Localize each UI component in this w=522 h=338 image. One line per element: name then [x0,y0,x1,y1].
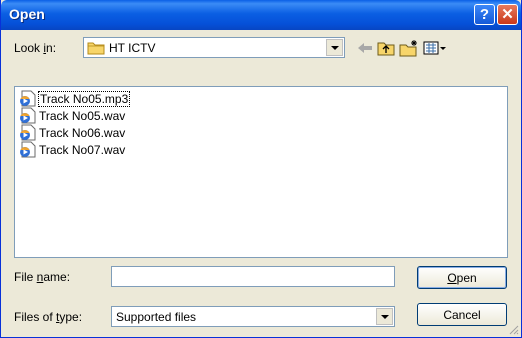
file-name-label-suffix: ame: [43,270,71,284]
file-item[interactable]: Track No05.mp3 [18,90,131,107]
open-button-label: pen [456,270,477,285]
look-in-combo[interactable]: HT ICTV [83,37,345,58]
open-button-accel: O [447,270,457,285]
media-file-icon [20,141,36,158]
resize-grip-icon[interactable] [507,323,519,335]
open-button[interactable]: Open [417,266,507,289]
file-item[interactable]: Track No06.wav [18,124,126,141]
file-name-input[interactable] [111,266,395,287]
media-file-icon [20,90,36,107]
look-in-value: HT ICTV [109,41,156,55]
cancel-button-label: Cancel [443,307,481,322]
back-button[interactable] [355,38,375,58]
new-folder-icon [399,40,417,57]
folder-icon [87,42,105,55]
file-name: Track No05.wav [39,108,126,123]
file-list[interactable]: Track No05.mp3 Track No05.wav Track No06… [14,86,508,258]
view-menu-button[interactable] [422,38,448,58]
files-of-type-combo[interactable]: Supported files [111,306,395,327]
files-of-type-label-text: Files of [14,310,57,324]
cancel-button[interactable]: Cancel [417,303,507,326]
up-folder-icon [377,42,395,56]
open-dialog: Open ? ✕ Look in: HT ICTV Track No05.mp3… [0,0,522,338]
look-in-label-suffix: n: [46,41,57,55]
look-in-dropdown-arrow[interactable] [326,39,343,56]
close-button[interactable]: ✕ [497,4,518,25]
new-folder-button[interactable] [399,38,419,58]
file-name-label-text: File [14,270,37,284]
help-icon: ? [479,6,490,23]
files-of-type-dropdown-arrow[interactable] [376,308,393,325]
file-item[interactable]: Track No07.wav [18,141,126,158]
file-name: Track No05.mp3 [38,90,131,107]
file-item[interactable]: Track No05.wav [18,107,126,124]
media-file-icon [20,124,36,141]
file-name-label: File name: [14,270,70,284]
files-of-type-label: Files of type: [14,310,82,324]
close-icon: ✕ [501,6,514,23]
help-button[interactable]: ? [474,4,495,25]
view-menu-icon [423,41,446,55]
file-name: Track No06.wav [39,125,126,140]
files-of-type-label-suffix: ype: [59,310,83,324]
look-in-label-text: Look [14,41,44,55]
file-name: Track No07.wav [39,142,126,157]
title-bar[interactable]: Open ? ✕ [1,0,521,30]
look-in-label: Look in: [14,41,56,55]
files-of-type-value: Supported files [116,310,197,324]
back-arrow-icon [358,43,372,53]
dialog-title: Open [9,6,45,22]
up-folder-button[interactable] [376,38,396,58]
media-file-icon [20,107,36,124]
